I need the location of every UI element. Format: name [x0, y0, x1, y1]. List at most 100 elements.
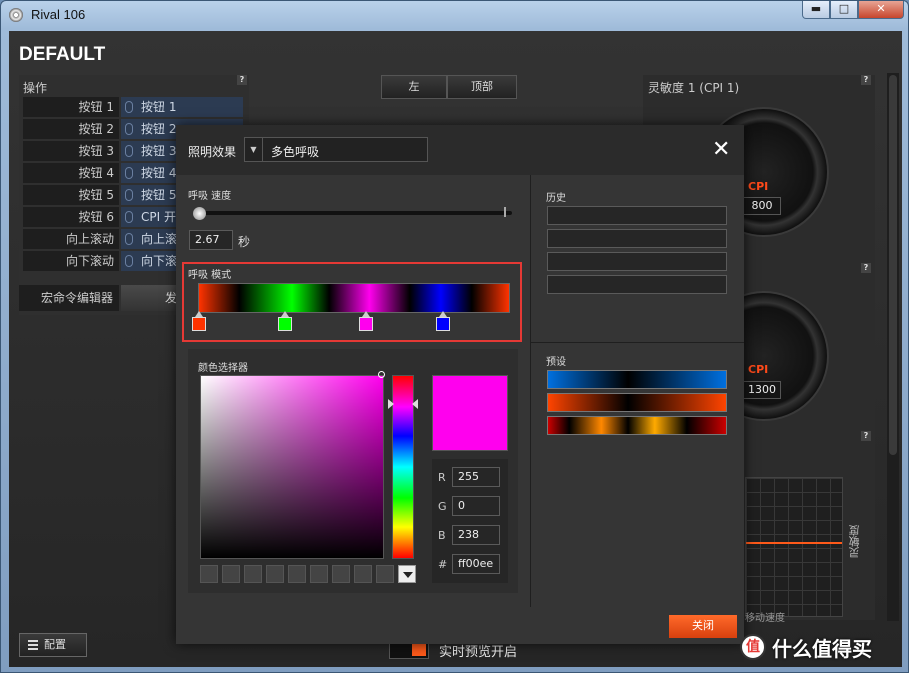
menu-icon	[28, 640, 38, 650]
history-slot[interactable]	[547, 275, 727, 294]
help-icon[interactable]: ?	[861, 75, 871, 85]
history-slot[interactable]	[547, 252, 727, 271]
mouse-icon	[125, 255, 133, 267]
help-icon[interactable]: ?	[861, 431, 871, 441]
config-label: 配置	[44, 638, 66, 651]
recent-color-slot[interactable]	[288, 565, 306, 583]
help-icon[interactable]: ?	[861, 263, 871, 273]
watermark-text: 什么值得买	[772, 636, 872, 661]
mouse-icon	[125, 123, 133, 135]
help-icon[interactable]: ?	[237, 75, 247, 85]
scrollbar-thumb[interactable]	[889, 75, 897, 455]
cpi-value-2[interactable]: 1300	[743, 381, 781, 399]
button-label: 按钮 1	[23, 97, 119, 117]
mouse-icon	[125, 211, 133, 223]
mouse-icon	[125, 189, 133, 201]
breathing-gradient-bar[interactable]	[198, 283, 510, 313]
acceleration-graph[interactable]	[745, 477, 843, 617]
macro-editor-label: 宏命令编辑器	[19, 285, 119, 311]
steelseries-logo-icon	[9, 8, 23, 22]
recent-color-slot[interactable]	[376, 565, 394, 583]
recent-color-slot[interactable]	[266, 565, 284, 583]
mouse-icon	[125, 101, 133, 113]
window-controls: ▬ □ ✕	[802, 1, 904, 19]
minimize-button[interactable]: ▬	[802, 1, 830, 19]
graph-x-label: 移动速度	[745, 613, 785, 624]
close-window-button[interactable]: ✕	[858, 1, 904, 19]
button-label: 按钮 5	[23, 185, 119, 205]
button-label: 按钮 4	[23, 163, 119, 183]
close-icon[interactable]: ✕	[712, 139, 730, 161]
button-assignment-label: 按钮 4	[141, 166, 177, 180]
button-label: 按钮 3	[23, 141, 119, 161]
speed-label: 呼吸 速度	[188, 191, 232, 202]
effect-value: 多色呼吸	[271, 145, 320, 159]
recent-color-slot[interactable]	[332, 565, 350, 583]
button-assignment[interactable]: 按钮 1	[121, 97, 243, 117]
effect-label: 照明效果	[188, 145, 237, 159]
preset-orange[interactable]	[547, 393, 727, 412]
hue-marker-left-icon[interactable]	[388, 399, 394, 409]
history-slot[interactable]	[547, 206, 727, 225]
color-stop-1[interactable]	[192, 311, 206, 331]
picker-label: 颜色选择器	[198, 363, 248, 374]
mouse-icon	[125, 167, 133, 179]
hex-input[interactable]: ff00ee	[452, 554, 500, 574]
dropdown-arrow-icon: ▼	[245, 138, 263, 161]
preset-fire[interactable]	[547, 416, 727, 435]
recent-color-slot[interactable]	[354, 565, 372, 583]
hue-marker-right-icon[interactable]	[412, 399, 418, 409]
color-stop-4[interactable]	[436, 311, 450, 331]
speed-slider-handle[interactable]	[193, 207, 206, 220]
recent-color-slot[interactable]	[200, 565, 218, 583]
recent-color-slot[interactable]	[310, 565, 328, 583]
maximize-button[interactable]: □	[830, 1, 858, 19]
b-label: B	[438, 529, 446, 542]
speed-input[interactable]: 2.67	[189, 230, 233, 250]
chevron-down-icon[interactable]	[398, 565, 416, 583]
saturation-value-field[interactable]	[200, 375, 384, 559]
button-assignment-label: 按钮 1	[141, 100, 177, 114]
preset-blue[interactable]	[547, 370, 727, 389]
dialog-divider	[530, 342, 744, 343]
profile-title: DEFAULT	[19, 44, 106, 65]
mode-label: 呼吸 模式	[188, 270, 232, 281]
speed-unit: 秒	[238, 235, 251, 249]
hex-label: #	[438, 558, 448, 571]
sv-cursor[interactable]	[378, 371, 385, 378]
cpi-value-1[interactable]: 800	[743, 197, 781, 215]
g-input[interactable]: 0	[452, 496, 500, 516]
side-top-button[interactable]: 顶部	[447, 75, 517, 99]
color-stop-2[interactable]	[278, 311, 292, 331]
right-scrollbar[interactable]	[887, 73, 899, 621]
speed-slider-track[interactable]	[198, 211, 512, 215]
speed-slider-end	[504, 207, 506, 217]
button-assignment-label: 按钮 3	[141, 144, 177, 158]
dialog-header: 照明效果 ▼ 多色呼吸 ✕	[176, 125, 744, 175]
r-input[interactable]: 255	[452, 467, 500, 487]
mouse-icon	[125, 233, 133, 245]
button-assignment-label: CPI 开	[141, 210, 176, 224]
actions-label: 操作	[23, 81, 48, 95]
button-assignment-label: 按钮 5	[141, 188, 177, 202]
watermark-badge: 值	[740, 634, 766, 660]
color-picker-panel: 颜色选择器 R 255 G 0 B 238 # ff00ee	[188, 349, 518, 593]
hue-slider[interactable]	[392, 375, 414, 559]
recent-color-slot[interactable]	[244, 565, 262, 583]
color-stop-3[interactable]	[359, 311, 373, 331]
selected-color-swatch	[432, 375, 508, 451]
cpi-label-1: CPI	[748, 180, 769, 193]
title-bar: Rival 106 ▬ □ ✕	[1, 1, 908, 29]
effect-dropdown[interactable]: ▼ 多色呼吸	[244, 137, 428, 162]
side-left-button[interactable]: 左	[381, 75, 447, 99]
recent-color-slot[interactable]	[222, 565, 240, 583]
dialog-divider	[530, 175, 531, 607]
b-input[interactable]: 238	[452, 525, 500, 545]
r-label: R	[438, 471, 446, 484]
button-label: 向下滚动	[23, 251, 119, 271]
config-button[interactable]: 配置	[19, 633, 87, 657]
button-assignment-label: 向下滚	[141, 254, 178, 268]
dialog-close-button[interactable]: 关闭	[669, 615, 737, 638]
history-slot[interactable]	[547, 229, 727, 248]
graph-y-label: 灵敏度	[848, 525, 861, 558]
